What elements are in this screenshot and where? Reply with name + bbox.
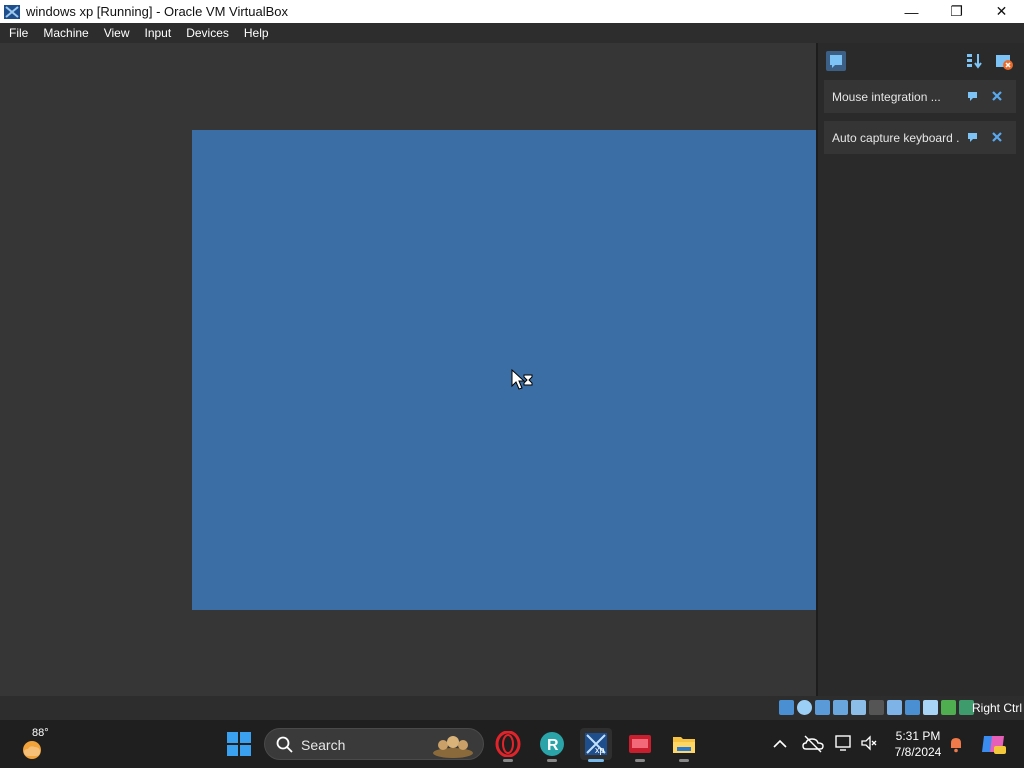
notification-label: Auto capture keyboard ... xyxy=(832,130,960,145)
menu-input[interactable]: Input xyxy=(139,26,178,40)
weather-widget[interactable]: 88° xyxy=(18,727,58,762)
vm-display-area[interactable] xyxy=(0,43,816,696)
notification-auto-capture-keyboard[interactable]: Auto capture keyboard ... xyxy=(824,121,1016,154)
clear-notifications-icon[interactable] xyxy=(994,51,1014,71)
network-display-icon[interactable] xyxy=(834,734,852,752)
svg-text:xp: xp xyxy=(595,745,605,755)
clock-date: 7/8/2024 xyxy=(894,745,942,759)
notification-label: Mouse integration ... xyxy=(832,89,941,104)
windows-start-icon[interactable] xyxy=(226,731,252,757)
minimize-icon: — xyxy=(904,3,919,20)
taskbar-search-box[interactable]: Search xyxy=(264,728,484,760)
shared-folders-icon[interactable] xyxy=(869,700,884,715)
search-highlight-icon xyxy=(433,736,473,758)
weather-sun-icon xyxy=(23,741,41,759)
video-editor-app[interactable] xyxy=(624,728,656,762)
app-r[interactable]: R xyxy=(536,728,568,762)
busy-cursor-icon xyxy=(511,369,533,390)
notification-center-panel: Mouse integration ... Auto capture keybo… xyxy=(816,43,1024,696)
menu-devices[interactable]: Devices xyxy=(180,26,235,40)
video-capture-icon[interactable] xyxy=(905,700,920,715)
pin-icon[interactable] xyxy=(966,130,980,144)
sort-notifications-icon[interactable] xyxy=(964,51,984,71)
minimize-button[interactable]: — xyxy=(889,0,934,23)
system-clock[interactable]: 5:31 PM 7/8/2024 xyxy=(890,728,946,760)
menu-help[interactable]: Help xyxy=(238,26,275,40)
vm-status-bar: Right Ctrl xyxy=(0,696,1024,720)
onedrive-offline-icon[interactable] xyxy=(802,734,824,754)
copilot-icon[interactable] xyxy=(980,732,1006,756)
menu-machine[interactable]: Machine xyxy=(37,26,94,40)
clock-time: 5:31 PM xyxy=(895,729,941,743)
network-icon[interactable] xyxy=(833,700,848,715)
volume-muted-icon[interactable] xyxy=(860,734,878,752)
cpu-icon[interactable] xyxy=(941,700,956,715)
notification-bell-icon[interactable] xyxy=(948,735,964,753)
usb-icon[interactable] xyxy=(851,700,866,715)
show-hidden-icons-chevron-icon[interactable] xyxy=(772,737,788,751)
maximize-button[interactable]: ❐ xyxy=(934,0,979,23)
menu-file[interactable]: File xyxy=(3,26,34,40)
video-editor-icon xyxy=(629,735,651,753)
virtualbox-app[interactable]: xp xyxy=(580,728,612,762)
host-key-label[interactable]: Right Ctrl xyxy=(972,701,1022,715)
app-r-icon: R xyxy=(540,732,564,756)
window-title-bar[interactable]: windows xp [Running] - Oracle VM Virtual… xyxy=(0,0,1024,23)
opera-app[interactable] xyxy=(492,728,524,762)
search-placeholder: Search xyxy=(301,737,346,753)
optical-drive-icon[interactable] xyxy=(797,700,812,715)
search-icon xyxy=(276,736,293,753)
audio-icon[interactable] xyxy=(815,700,830,715)
file-explorer-icon xyxy=(673,737,695,753)
close-button[interactable]: ✕ xyxy=(979,0,1024,23)
close-icon: ✕ xyxy=(995,3,1008,19)
close-notification-icon[interactable] xyxy=(990,130,1004,144)
weather-temperature: 88° xyxy=(32,727,49,739)
display-icon[interactable] xyxy=(887,700,902,715)
virtualbox-app-icon xyxy=(4,4,20,19)
virtualbox-icon: xp xyxy=(585,733,607,755)
pin-icon[interactable] xyxy=(966,89,980,103)
close-notification-icon[interactable] xyxy=(990,89,1004,103)
guest-screen[interactable] xyxy=(192,130,816,610)
menu-view[interactable]: View xyxy=(98,26,136,40)
opera-icon xyxy=(495,731,521,757)
notification-center-icon[interactable] xyxy=(826,51,846,71)
window-title: windows xp [Running] - Oracle VM Virtual… xyxy=(26,4,289,19)
svg-text:R: R xyxy=(547,737,559,754)
file-explorer-app[interactable] xyxy=(668,728,700,762)
notification-mouse-integration[interactable]: Mouse integration ... xyxy=(824,80,1016,113)
menu-bar: File Machine View Input Devices Help xyxy=(0,23,1024,43)
hard-disk-icon[interactable] xyxy=(779,700,794,715)
restore-icon: ❐ xyxy=(950,3,963,19)
vram-icon[interactable] xyxy=(923,700,938,715)
taskbar: 88° Search R xp 5:31 PM 7/8/2024 xyxy=(0,720,1024,768)
